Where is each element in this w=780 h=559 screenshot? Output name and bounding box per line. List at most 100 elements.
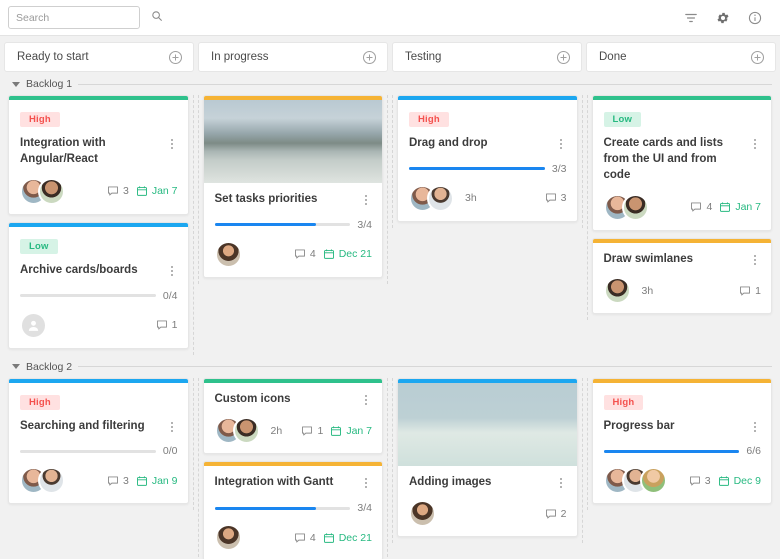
avatar[interactable] [621, 193, 649, 221]
avatar[interactable] [603, 277, 631, 305]
priority-badge: High [603, 394, 644, 410]
column-header-row: Ready to start In progress Testing Done [0, 36, 780, 72]
avatar-placeholder[interactable] [20, 311, 47, 339]
card-progress: 3/3 [409, 163, 567, 175]
due-date[interactable]: Jan 7 [330, 425, 372, 437]
kanban-card[interactable]: High Drag and drop 3/3 3h 3 [397, 95, 578, 222]
swimlane-divider [78, 366, 772, 368]
swimlane-header: Backlog 2 [4, 355, 776, 378]
due-date-value: Jan 7 [346, 424, 372, 437]
progress-track [409, 167, 545, 171]
card-title-row: Set tasks priorities [215, 192, 373, 208]
card-title-row: Drag and drop [409, 136, 567, 152]
due-date[interactable]: Jan 9 [136, 475, 178, 487]
priority-badge: High [409, 112, 449, 127]
card-title: Adding images [409, 475, 492, 488]
add-card-icon[interactable] [556, 50, 571, 65]
progress-label: 3/4 [357, 218, 372, 231]
add-card-icon[interactable] [168, 50, 183, 65]
avatar[interactable] [427, 184, 454, 212]
time-estimate: 2h [270, 424, 283, 437]
kanban-card[interactable]: Draw swimlanes 3h 1 [591, 237, 772, 315]
card-title-row: Custom icons [215, 392, 373, 408]
kanban-card[interactable]: Custom icons 2h 1 Jan 7 [202, 377, 383, 455]
search-input[interactable] [16, 11, 151, 24]
card-title: Set tasks priorities [214, 193, 318, 205]
swimlane-body: High Searching and filtering 0/0 3 Jan 9 Cust… [4, 377, 776, 559]
card-menu-icon[interactable] [360, 392, 372, 407]
avatar[interactable] [38, 177, 65, 205]
card-menu-icon[interactable] [360, 192, 372, 207]
gear-icon[interactable] [712, 7, 734, 29]
comment-count-value: 3 [122, 474, 129, 487]
progress-track [20, 294, 156, 298]
card-menu-icon[interactable] [555, 136, 567, 151]
column-header-in-progress: In progress [198, 42, 388, 72]
card-menu-icon[interactable] [360, 475, 372, 490]
add-card-icon[interactable] [362, 50, 377, 65]
card-title: Integration with Angular/React [20, 137, 106, 165]
progress-track [603, 449, 740, 453]
swimlane-divider [78, 83, 772, 85]
card-menu-icon[interactable] [749, 136, 761, 151]
comment-count[interactable]: 1 [739, 285, 761, 297]
kanban-card[interactable]: Low Create cards and lists from the UI an… [591, 95, 772, 231]
card-title: Drag and drop [409, 137, 488, 149]
card-title: Progress bar [603, 419, 675, 432]
card-menu-icon[interactable] [166, 263, 178, 278]
due-date[interactable]: Dec 21 [323, 532, 372, 544]
avatar-group [20, 311, 47, 339]
comment-count[interactable]: 3 [107, 185, 129, 197]
comment-count[interactable]: 4 [294, 248, 316, 260]
card-body: Integration with Gantt 3/4 4 Dec 21 [204, 466, 383, 559]
due-date[interactable]: Jan 7 [136, 185, 178, 197]
due-date[interactable]: Jan 7 [719, 201, 761, 213]
card-progress: 3/4 [214, 218, 372, 231]
search-box[interactable] [8, 6, 163, 29]
comment-count[interactable]: 4 [690, 201, 712, 213]
progress-label: 3/4 [357, 502, 372, 515]
search-icon[interactable] [151, 9, 163, 27]
comment-count[interactable]: 1 [301, 425, 323, 437]
comment-count[interactable]: 1 [156, 319, 178, 331]
kanban-card[interactable]: Low Archive cards/boards 0/4 1 [8, 221, 189, 349]
comment-count[interactable]: 3 [107, 475, 129, 487]
comment-count-value: 1 [171, 319, 178, 332]
card-menu-icon[interactable] [749, 419, 761, 434]
avatar[interactable] [232, 417, 260, 445]
card-title-row: Progress bar [604, 419, 762, 435]
info-icon[interactable] [744, 7, 766, 29]
add-card-icon[interactable] [750, 50, 765, 65]
card-progress: 0/4 [20, 290, 178, 302]
kanban-card[interactable]: High Integration with Angular/React 3 Jan 7 [8, 95, 189, 215]
comment-count[interactable]: 4 [294, 532, 316, 544]
card-menu-icon[interactable] [749, 252, 761, 267]
avatar[interactable] [38, 467, 65, 495]
column-header-done: Done [586, 42, 776, 72]
card-menu-icon[interactable] [166, 136, 178, 151]
kanban-card[interactable]: Integration with Gantt 3/4 4 Dec 21 [202, 461, 383, 559]
card-body: Set tasks priorities 3/4 4 Dec 21 [204, 183, 383, 277]
kanban-card[interactable]: Adding images 2 [397, 377, 578, 538]
comment-count[interactable]: 3 [689, 475, 711, 487]
avatar[interactable] [409, 500, 436, 528]
kanban-card[interactable]: High Searching and filtering 0/0 3 Jan 9 [8, 377, 189, 505]
due-date[interactable]: Dec 21 [323, 248, 372, 260]
comment-count-value: 3 [560, 192, 567, 205]
filter-icon[interactable] [680, 7, 702, 29]
comment-count[interactable]: 3 [545, 192, 567, 204]
avatar[interactable] [214, 240, 242, 268]
collapse-caret-icon[interactable] [12, 81, 20, 87]
avatar[interactable] [214, 524, 242, 552]
collapse-caret-icon[interactable] [12, 364, 20, 370]
comment-count[interactable]: 2 [545, 508, 567, 520]
board-column: Set tasks priorities 3/4 4 Dec 21 [197, 95, 388, 284]
kanban-card[interactable]: High Progress bar 6/6 3 Dec 9 [591, 377, 772, 505]
card-body: Draw swimlanes 3h 1 [593, 243, 772, 314]
avatar[interactable] [639, 467, 667, 495]
card-menu-icon[interactable] [166, 419, 178, 434]
card-menu-icon[interactable] [555, 475, 567, 490]
card-cover-image [398, 382, 577, 466]
kanban-card[interactable]: Set tasks priorities 3/4 4 Dec 21 [202, 95, 383, 278]
due-date[interactable]: Dec 9 [718, 475, 761, 487]
